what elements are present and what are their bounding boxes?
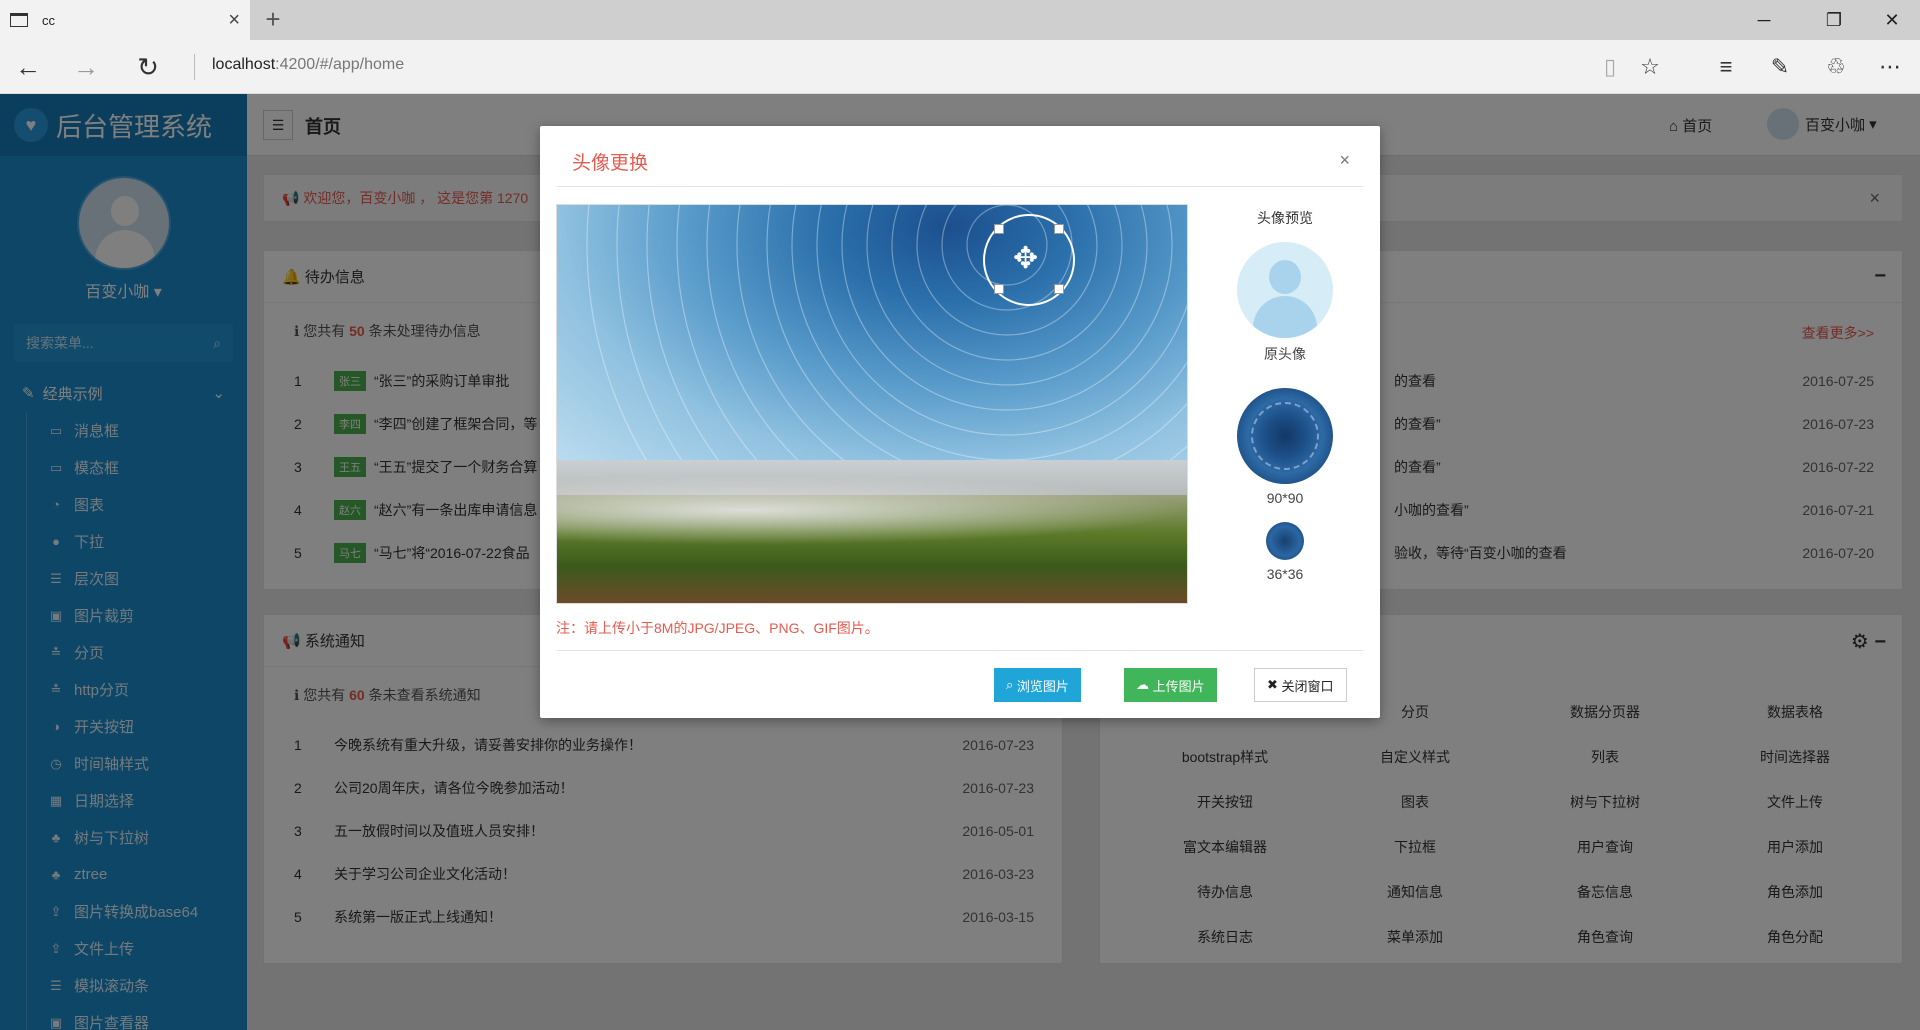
close-modal-button[interactable]: ✖ 关闭窗口 <box>1254 668 1347 702</box>
original-avatar-label: 原头像 <box>1264 346 1306 362</box>
close-tab-icon[interactable]: × <box>228 9 240 32</box>
modal-title: 头像更换 <box>572 153 649 174</box>
upload-label: 上传图片 <box>1152 678 1205 694</box>
crop-image-mist <box>557 475 1187 545</box>
url-path: :4200/#/app/home <box>275 56 405 73</box>
forward-button[interactable]: → <box>66 48 106 86</box>
browser-tabbar: cc × + ─ ❐ ✕ <box>0 0 1920 40</box>
tab-title: cc <box>42 12 55 28</box>
star-trails <box>586 205 1187 465</box>
page-icon <box>10 13 28 27</box>
crop-canvas[interactable]: ✥ <box>556 204 1188 604</box>
favorite-star-icon[interactable]: ☆ <box>1630 48 1670 86</box>
crop-handle-top-right[interactable] <box>1054 224 1064 234</box>
avatar-preview: 头像预览 原头像 90*90 36*36 <box>1200 204 1370 582</box>
upload-image-button[interactable]: ☁ 上传图片 <box>1124 668 1217 702</box>
preview-large <box>1237 388 1333 484</box>
preview-small <box>1266 522 1304 560</box>
move-icon[interactable]: ✥ <box>1013 243 1038 275</box>
modal-footer-divider <box>556 650 1364 651</box>
share-icon[interactable]: ♲ <box>1816 48 1856 86</box>
hub-icon[interactable]: ≡ <box>1706 48 1746 86</box>
browser-tab[interactable]: cc × <box>0 0 250 40</box>
crop-handle-bottom-left[interactable] <box>994 284 1004 294</box>
more-icon[interactable]: ⋯ <box>1870 48 1910 86</box>
crop-handle-bottom-right[interactable] <box>1054 284 1064 294</box>
back-button[interactable]: ← <box>8 48 48 86</box>
upload-note: 注：请上传小于8M的JPG/JPEG、PNG、GIF图片。 <box>556 620 879 636</box>
address-bar: ← → ↻ localhost:4200/#/app/home ▯ ☆ ≡ ✎ … <box>0 40 1920 94</box>
modal-close-button[interactable]: × <box>1339 150 1350 171</box>
refresh-button[interactable]: ↻ <box>128 48 168 86</box>
search-icon: ⌕ <box>1006 677 1014 692</box>
original-avatar <box>1237 242 1333 338</box>
crop-handle-top-left[interactable] <box>994 224 1004 234</box>
new-tab-button[interactable]: + <box>258 4 288 35</box>
url-field[interactable]: localhost:4200/#/app/home <box>212 56 404 74</box>
preview-title: 头像预览 <box>1257 210 1313 226</box>
avatar-modal: 头像更换 × ✥ 注：请上传小于8M的JPG/JPEG、PNG、GIF图片。 头… <box>540 126 1380 718</box>
close-label: 关闭窗口 <box>1281 678 1334 694</box>
web-note-icon[interactable]: ✎ <box>1760 48 1800 86</box>
preview-large-label: 90*90 <box>1266 490 1304 506</box>
reading-view-icon[interactable]: ▯ <box>1590 48 1630 86</box>
url-host: localhost <box>212 56 276 73</box>
browse-image-button[interactable]: ⌕ 浏览图片 <box>994 668 1081 702</box>
modal-header-divider <box>556 186 1364 187</box>
browse-label: 浏览图片 <box>1016 678 1069 694</box>
close-window-button[interactable]: ✕ <box>1864 0 1920 40</box>
maximize-button[interactable]: ❐ <box>1806 0 1862 40</box>
cloud-upload-icon: ☁ <box>1136 677 1149 692</box>
minimize-button[interactable]: ─ <box>1736 0 1792 40</box>
preview-small-label: 36*36 <box>1266 566 1304 582</box>
address-divider <box>194 54 195 80</box>
close-icon: ✖ <box>1267 677 1278 692</box>
